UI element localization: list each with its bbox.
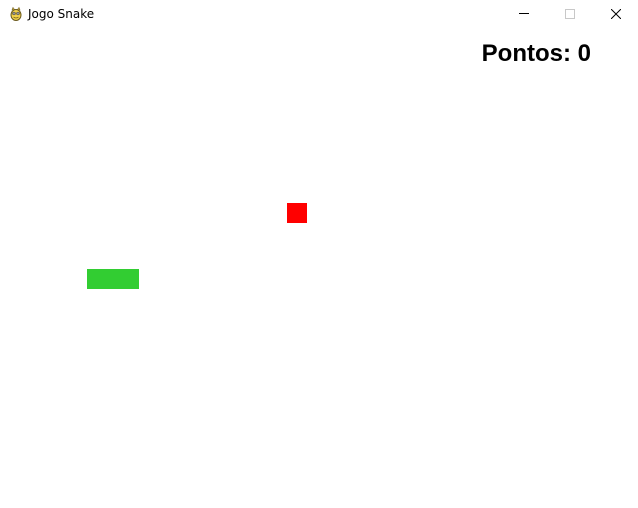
game-window: Jogo Snake Pontos: 0 — [0, 0, 638, 508]
minimize-button[interactable] — [501, 0, 547, 29]
snake-body — [87, 269, 139, 289]
pygame-snake-icon — [8, 6, 24, 22]
window-title: Jogo Snake — [28, 7, 95, 21]
close-icon — [611, 9, 621, 19]
maximize-icon — [565, 9, 575, 19]
title-bar[interactable]: Jogo Snake — [0, 0, 638, 29]
food-item — [287, 203, 307, 223]
score-label: Pontos: 0 — [481, 40, 591, 67]
game-canvas[interactable]: Pontos: 0 — [0, 29, 638, 508]
minimize-icon — [519, 13, 529, 14]
close-button[interactable] — [593, 0, 638, 29]
maximize-button[interactable] — [547, 0, 593, 29]
